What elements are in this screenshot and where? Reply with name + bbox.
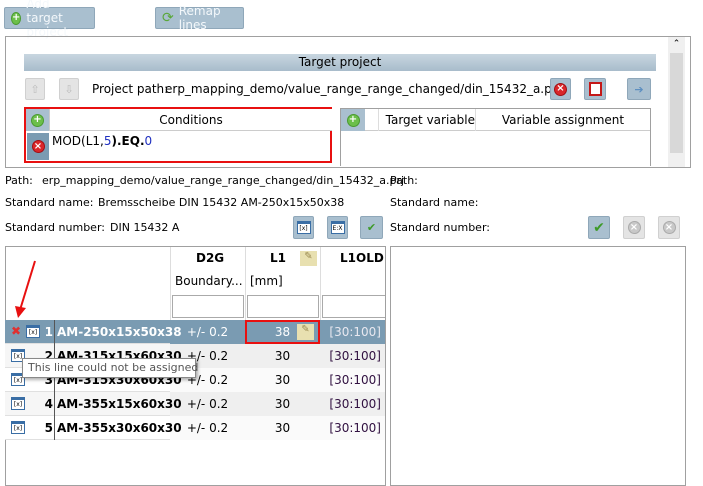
cell-l1[interactable]: 30 <box>245 416 320 440</box>
expression-view-button[interactable]: E:X <box>327 216 348 239</box>
row-name[interactable]: AM-250x15x50x38 <box>54 320 182 344</box>
project-path-value: erp_mapping_demo/value_range_range_chang… <box>165 82 561 96</box>
add-target-project-button[interactable]: + Add target project <box>4 0 95 39</box>
cell-l1old[interactable]: [30:100] <box>320 344 385 368</box>
row-name[interactable]: AM-355x30x60x30 <box>54 416 182 440</box>
column-unit-l1: [mm] <box>250 274 283 288</box>
column-header-l1old[interactable]: L1OLD <box>340 251 384 265</box>
window-icon: [x] <box>11 397 25 410</box>
plus-icon: + <box>31 113 44 127</box>
target-variable-header: Target variable <box>378 109 475 131</box>
scroll-thumb[interactable] <box>670 53 683 153</box>
condition-expression[interactable]: MOD(L1,5).EQ.0 <box>52 134 152 148</box>
filter-l1-input[interactable] <box>247 295 319 318</box>
error-x-icon[interactable]: ✖ <box>11 324 21 338</box>
scroll-up-icon[interactable]: ⌃ <box>668 39 685 49</box>
cell-l1old[interactable]: [30:100] <box>320 416 385 440</box>
forward-button[interactable]: ➔ <box>627 78 651 100</box>
source-std-number-value: DIN 15432 A <box>110 221 180 234</box>
close-icon: × <box>627 221 641 234</box>
remap-lines-button[interactable]: ⟳ Remap lines <box>155 4 244 32</box>
check-all-button[interactable]: ✔ <box>360 216 383 239</box>
conditions-table: + Conditions × MOD(L1,5).EQ.0 <box>24 107 332 163</box>
scrollbar[interactable]: ⌃ <box>668 37 685 167</box>
row-number: 5 <box>44 421 53 435</box>
conditions-header: Conditions <box>49 109 332 131</box>
source-path-value: erp_mapping_demo/value_range_range_chang… <box>42 174 405 187</box>
arrow-right-icon: ➔ <box>634 82 644 96</box>
column-header-l1[interactable]: L1 <box>270 251 286 265</box>
pencil-icon[interactable]: ✎ <box>300 251 317 266</box>
double-check-icon: ✔ <box>366 221 377 234</box>
window-icon: [x] <box>11 421 25 434</box>
target-project-header: Target project <box>24 54 656 71</box>
column-header-d2g[interactable]: D2G <box>196 251 224 265</box>
refresh-icon: ⟳ <box>162 10 174 26</box>
table-row[interactable]: [x] 4 AM-355x15x60x30 +/- 0.2 30 [30:100] <box>5 392 385 416</box>
remap-lines-label: Remap lines <box>178 4 221 32</box>
cell-d2g[interactable]: +/- 0.2 <box>170 392 245 416</box>
arrow-down-icon: ⇩ <box>64 82 74 96</box>
check-icon: ✔ <box>593 219 605 236</box>
source-std-name-label: Standard name: <box>5 196 94 209</box>
close-check-icon: × <box>662 221 676 234</box>
table-view-button[interactable]: [x] <box>293 216 314 239</box>
move-down-button[interactable]: ⇩ <box>59 78 79 100</box>
filter-l1old-input[interactable] <box>322 295 385 318</box>
filter-d2g-input[interactable] <box>172 295 244 318</box>
assignment-table: + Target variable Variable assignment <box>340 108 651 166</box>
cell-l1old[interactable]: [30:100] <box>320 392 385 416</box>
source-std-name-value: Bremsscheibe DIN 15432 AM-250x15x50x38 <box>98 196 345 209</box>
open-project-button[interactable] <box>584 78 606 100</box>
source-std-number-label: Standard number: <box>5 221 105 234</box>
variable-assignment-header: Variable assignment <box>475 109 650 131</box>
add-assignment-button[interactable]: + <box>341 109 365 131</box>
source-path-label: Path: <box>5 174 33 187</box>
arrow-up-icon: ⇧ <box>30 82 40 96</box>
target-std-name-label: Standard name: <box>390 196 479 209</box>
project-icon <box>588 82 602 96</box>
project-path-label: Project path: <box>92 82 169 96</box>
move-up-button[interactable]: ⇧ <box>25 78 45 100</box>
cell-l1old[interactable]: [30:100] <box>320 368 385 392</box>
target-std-number-label: Standard number: <box>390 221 490 234</box>
row-number: 1 <box>44 325 53 339</box>
table-row[interactable]: ✖ [x] 1 AM-250x15x50x38 +/- 0.2 38 ✎ [30:100] <box>5 320 385 344</box>
delete-condition-button[interactable]: × <box>27 133 49 160</box>
target-grid <box>390 246 686 486</box>
add-target-project-label: Add target project <box>26 0 69 39</box>
column-unit-d2g: Boundary... <box>175 274 243 288</box>
reject-button[interactable]: × <box>623 216 645 239</box>
row-name[interactable]: AM-355x15x60x30 <box>54 392 182 416</box>
close-icon: × <box>31 140 45 153</box>
accept-button[interactable]: ✔ <box>588 216 610 239</box>
window-icon: [x] <box>296 221 311 234</box>
row-number: 4 <box>44 397 53 411</box>
reject-all-button[interactable]: × <box>658 216 680 239</box>
plus-icon: + <box>346 113 360 127</box>
tooltip: This line could not be assigned <box>22 358 198 378</box>
red-arrow-annotation <box>15 260 36 318</box>
cell-d2g[interactable]: +/- 0.2 <box>170 320 245 344</box>
target-path-label: Path: <box>390 174 418 187</box>
close-icon: × <box>554 82 567 96</box>
table-row[interactable]: [x] 5 AM-355x30x60x30 +/- 0.2 30 [30:100] <box>5 416 385 440</box>
cell-l1[interactable]: 30 <box>245 368 320 392</box>
cell-l1[interactable]: 30 <box>245 392 320 416</box>
cell-d2g[interactable]: +/- 0.2 <box>170 416 245 440</box>
cell-l1old[interactable]: [30:100] <box>320 320 385 344</box>
remove-project-button[interactable]: × <box>550 78 571 100</box>
cell-l1[interactable]: 30 <box>245 344 320 368</box>
pencil-icon[interactable]: ✎ <box>297 324 314 340</box>
plus-icon: + <box>11 11 22 25</box>
expression-icon: E:X <box>330 221 345 234</box>
add-condition-button[interactable]: + <box>26 109 49 131</box>
